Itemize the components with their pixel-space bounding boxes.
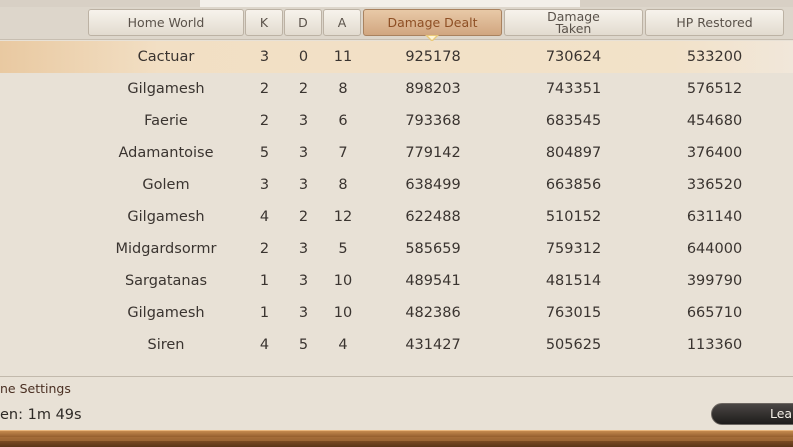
damage-dealt-cell: 585659 <box>405 241 461 257</box>
hp-restored-cell: 376400 <box>686 145 743 161</box>
damage-dealt-cell: 431427 <box>405 337 461 353</box>
assists-cell: 8 <box>338 81 348 97</box>
assists-cell: 10 <box>333 273 353 289</box>
table-row[interactable]: Gilgamesh 4 2 12 622488 510152 631140 <box>0 201 793 233</box>
deaths-cell: 0 <box>298 49 309 65</box>
home-world-cell: Cactuar <box>137 49 195 65</box>
damage-taken-cell: 743351 <box>545 81 602 97</box>
table-row[interactable]: Sargatanas 1 3 10 489541 481514 399790 <box>0 265 793 297</box>
kills-cell: 3 <box>259 177 270 193</box>
bottom-frame-inner <box>0 437 793 441</box>
table-row[interactable]: Gilgamesh 1 3 10 482386 763015 665710 <box>0 297 793 329</box>
column-deaths[interactable]: D <box>284 9 322 36</box>
deaths-cell: 3 <box>298 305 309 321</box>
damage-dealt-cell: 638499 <box>405 177 461 193</box>
kills-cell: 2 <box>259 113 270 129</box>
column-hp-restored[interactable]: HP Restored <box>645 9 784 36</box>
damage-taken-cell: 683545 <box>545 113 602 129</box>
table-row[interactable]: Faerie 2 3 6 793368 683545 454680 <box>0 105 793 137</box>
hp-restored-cell: 399790 <box>686 273 743 289</box>
kills-cell: 2 <box>259 241 270 257</box>
kills-cell: 5 <box>259 145 270 161</box>
column-damage-dealt[interactable]: Damage Dealt <box>363 9 502 36</box>
damage-dealt-cell: 925178 <box>405 49 461 65</box>
damage-taken-cell: 763015 <box>545 305 602 321</box>
home-world-cell: Gilgamesh <box>127 209 205 225</box>
deaths-cell: 5 <box>298 337 309 353</box>
hp-restored-cell: 665710 <box>686 305 743 321</box>
deaths-cell: 2 <box>298 81 309 97</box>
assists-cell: 4 <box>338 337 348 353</box>
home-world-cell: Faerie <box>144 113 188 129</box>
home-world-cell: Midgardsormr <box>115 241 217 257</box>
bottom-frame-bar <box>0 430 793 447</box>
home-world-cell: Siren <box>147 337 185 353</box>
leave-button[interactable]: Lea <box>711 403 793 425</box>
assists-cell: 10 <box>333 305 353 321</box>
assists-cell: 12 <box>333 209 353 225</box>
hp-restored-cell: 533200 <box>686 49 743 65</box>
home-world-cell: Sargatanas <box>124 273 208 289</box>
damage-dealt-cell: 622488 <box>405 209 461 225</box>
table-row[interactable]: Gilgamesh 2 2 8 898203 743351 576512 <box>0 73 793 105</box>
home-world-cell: Gilgamesh <box>127 81 205 97</box>
hp-restored-cell: 644000 <box>686 241 743 257</box>
home-world-cell: Adamantoise <box>118 145 214 161</box>
deaths-cell: 3 <box>298 177 309 193</box>
kills-cell: 3 <box>259 49 270 65</box>
damage-taken-cell: 663856 <box>545 177 602 193</box>
hp-restored-cell: 113360 <box>686 337 743 353</box>
home-world-cell: Golem <box>142 177 190 193</box>
timer-text: en: 1m 49s <box>0 407 82 423</box>
column-kills[interactable]: K <box>245 9 283 36</box>
column-home-world[interactable]: Home World <box>88 9 244 36</box>
damage-dealt-cell: 482386 <box>405 305 461 321</box>
damage-dealt-cell: 489541 <box>405 273 461 289</box>
kills-cell: 1 <box>259 273 270 289</box>
damage-dealt-cell: 793368 <box>405 113 461 129</box>
table-row[interactable]: Adamantoise 5 3 7 779142 804897 376400 <box>0 137 793 169</box>
deaths-cell: 3 <box>298 241 309 257</box>
table-row[interactable]: Golem 3 3 8 638499 663856 336520 <box>0 169 793 201</box>
footer-divider <box>0 376 793 377</box>
deaths-cell: 3 <box>298 273 309 289</box>
kills-cell: 1 <box>259 305 270 321</box>
damage-taken-cell: 510152 <box>545 209 602 225</box>
hp-restored-cell: 336520 <box>686 177 743 193</box>
assists-cell: 7 <box>338 145 348 161</box>
table-row[interactable]: Midgardsormr 2 3 5 585659 759312 644000 <box>0 233 793 265</box>
hp-restored-cell: 454680 <box>686 113 743 129</box>
damage-taken-cell: 505625 <box>545 337 602 353</box>
table-row[interactable]: Cactuar 3 0 11 925178 730624 533200 <box>0 41 793 73</box>
home-world-cell: Gilgamesh <box>127 305 205 321</box>
kills-cell: 4 <box>259 209 270 225</box>
damage-taken-cell: 481514 <box>545 273 602 289</box>
column-damage-taken[interactable]: Damage Taken <box>504 9 643 36</box>
hp-restored-cell: 631140 <box>686 209 743 225</box>
assists-cell: 6 <box>338 113 348 129</box>
damage-taken-cell: 804897 <box>545 145 602 161</box>
assists-cell: 5 <box>338 241 348 257</box>
assists-cell: 11 <box>333 49 353 65</box>
deaths-cell: 2 <box>298 209 309 225</box>
damage-dealt-cell: 779142 <box>405 145 461 161</box>
damage-taken-cell: 759312 <box>545 241 602 257</box>
damage-dealt-cell: 898203 <box>405 81 461 97</box>
damage-taken-cell: 730624 <box>545 49 602 65</box>
settings-link[interactable]: ne Settings <box>0 381 71 396</box>
deaths-cell: 3 <box>298 113 309 129</box>
column-assists[interactable]: A <box>323 9 361 36</box>
hp-restored-cell: 576512 <box>686 81 743 97</box>
table-row[interactable]: Siren 4 5 4 431427 505625 113360 <box>0 329 793 361</box>
kills-cell: 2 <box>259 81 270 97</box>
results-header: Home World K D A Damage Dealt Damage Tak… <box>0 7 793 40</box>
deaths-cell: 3 <box>298 145 309 161</box>
assists-cell: 8 <box>338 177 348 193</box>
kills-cell: 4 <box>259 337 270 353</box>
